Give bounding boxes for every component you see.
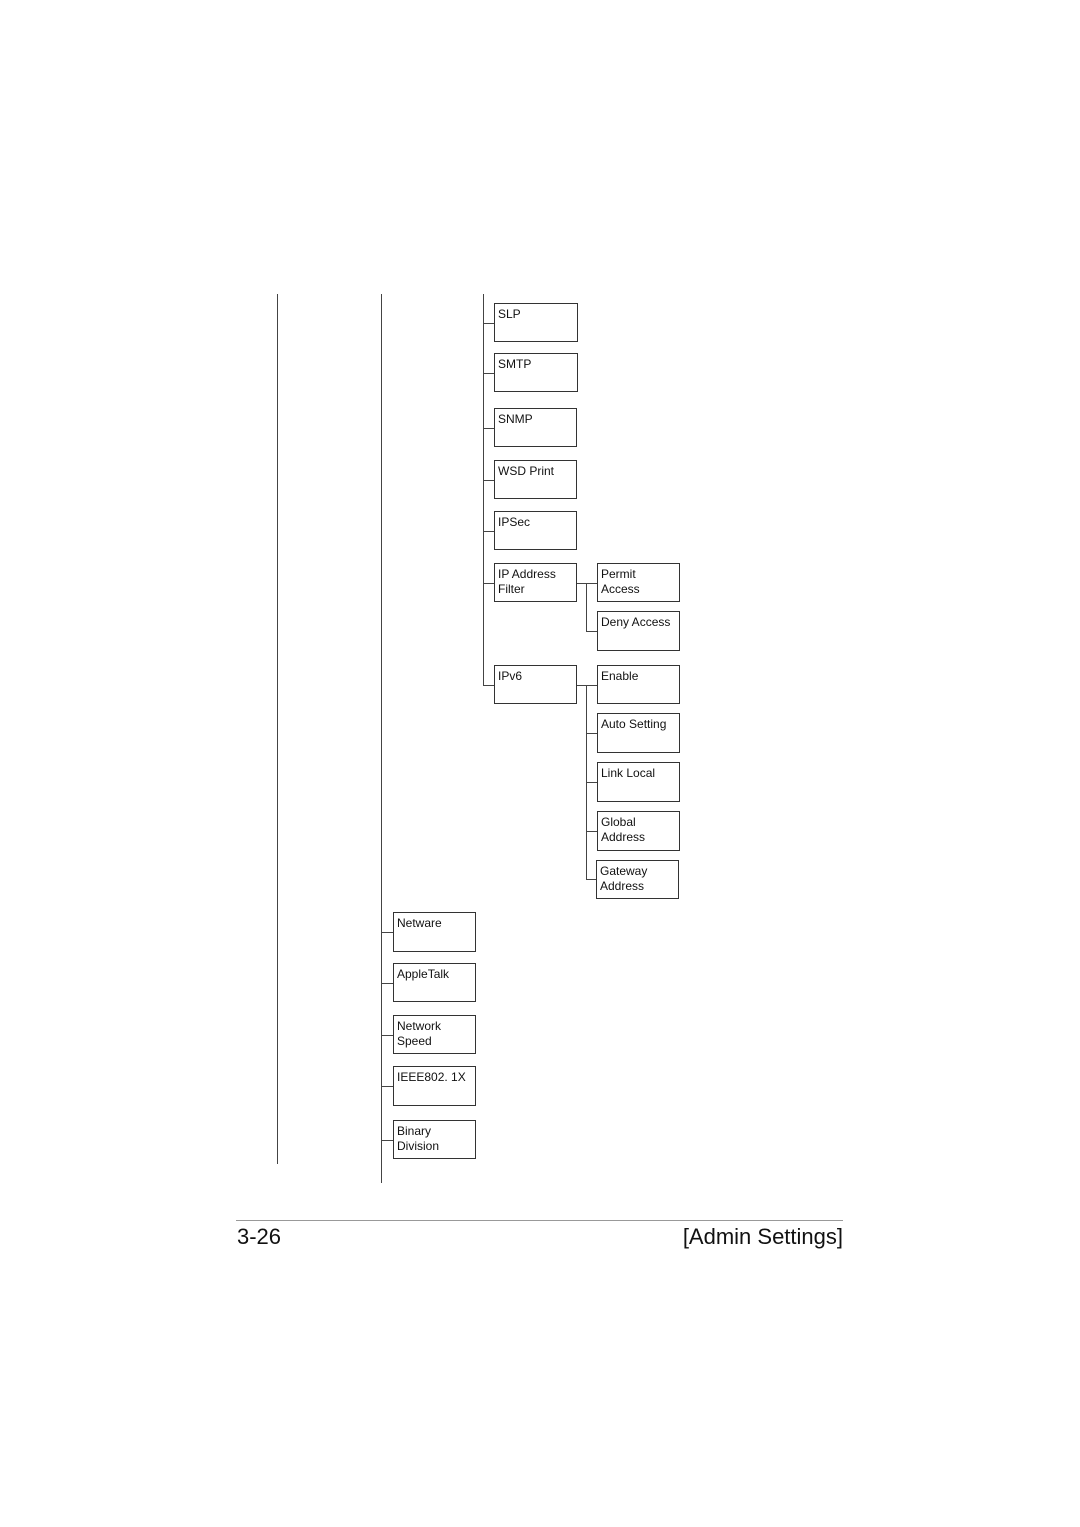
connector-netware [381,932,393,933]
connector-slp [483,323,494,324]
menu-item-smtp: SMTP [494,353,578,392]
connector-binary-division [381,1140,393,1141]
connector-ip-filter-out [577,583,597,584]
menu-item-network-speed: Network Speed [393,1015,476,1054]
menu-item-binary-division: Binary Division [393,1120,476,1159]
menu-item-slp: SLP [494,303,578,342]
connector-global-address [586,831,597,832]
menu-item-wsd-print: WSD Print [494,460,577,499]
footer-divider [236,1220,843,1221]
connector-deny-access [586,631,597,632]
tree-trunk-level3 [483,294,484,685]
connector-gateway-address [586,879,596,880]
connector-wsd-print [483,480,494,481]
menu-item-ieee8021x: IEEE802. 1X [393,1066,476,1106]
connector-ieee8021x [381,1086,393,1087]
menu-item-auto-setting: Auto Setting [597,713,680,753]
connector-auto-setting [586,733,597,734]
connector-appletalk [381,983,393,984]
menu-item-ipsec: IPSec [494,511,577,550]
menu-item-appletalk: AppleTalk [393,963,476,1002]
menu-item-snmp: SNMP [494,408,577,447]
page-number: 3-26 [237,1224,282,1249]
connector-network-speed [381,1035,393,1036]
menu-item-link-local: Link Local [597,762,680,802]
connector-ip-address-filter [483,583,494,584]
menu-item-enable: Enable [597,665,680,704]
menu-item-netware: Netware [393,912,476,952]
connector-ipv6 [483,685,494,686]
menu-item-ip-address-filter: IP Address Filter [494,563,577,602]
menu-item-ipv6: IPv6 [494,665,577,704]
menu-item-global-address: Global Address [597,811,680,851]
connector-ipv6-out [577,685,597,686]
connector-ipsec [483,531,494,532]
connector-smtp [483,373,494,374]
connector-snmp [483,428,494,429]
branch-ip-filter [586,583,587,632]
menu-item-permit-access: Permit Access [597,563,680,602]
menu-item-deny-access: Deny Access [597,611,680,651]
tree-trunk-level2 [381,294,382,1183]
section-title: [Admin Settings] [682,1224,843,1249]
menu-item-gateway-address: Gateway Address [596,860,679,899]
connector-link-local [586,782,597,783]
tree-trunk-level1 [277,294,278,1164]
